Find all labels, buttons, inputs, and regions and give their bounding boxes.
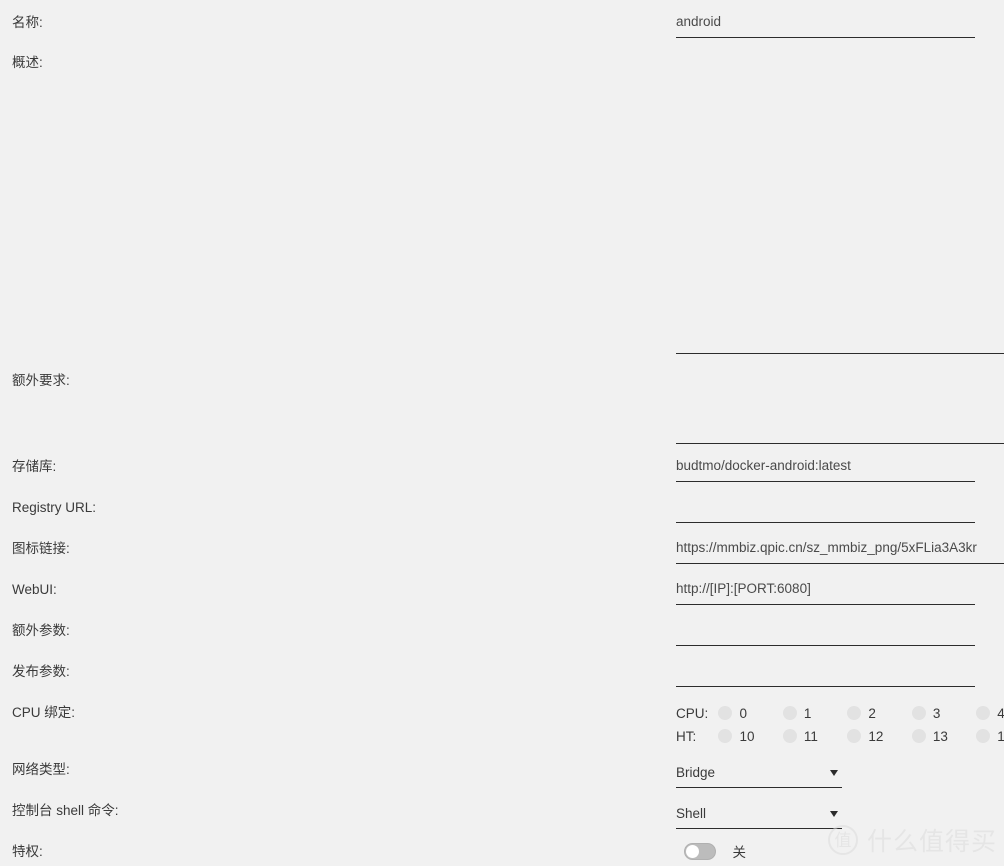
- cpu-checkbox-1[interactable]: 1: [782, 702, 843, 725]
- cpu-checkbox-2[interactable]: 2: [847, 702, 907, 725]
- repository-input[interactable]: budtmo/docker-android:latest: [676, 454, 975, 482]
- checkbox-circle-icon[interactable]: [718, 706, 733, 720]
- label-description: 概述:: [12, 55, 43, 70]
- ht-checkbox-10[interactable]: 10: [718, 725, 778, 748]
- cpu-binding-group: CPU: 0 1 2 3 4 HT: 10 11 12 13 1: [676, 702, 1004, 748]
- icon-url-input[interactable]: https://mmbiz.qpic.cn/sz_mmbiz_png/5xFLi…: [676, 536, 1004, 564]
- console-shell-select[interactable]: Shell: [676, 802, 842, 829]
- cpu-binding-cpu-row: CPU: 0 1 2 3 4: [676, 702, 1004, 725]
- cpu-checkbox-2-label: 2: [868, 706, 876, 722]
- extra-params-input[interactable]: [676, 618, 975, 646]
- checkbox-circle-icon[interactable]: [976, 729, 991, 743]
- ht-checkbox-11[interactable]: 11: [782, 725, 843, 748]
- ht-checkbox-14-label: 14: [997, 729, 1004, 745]
- ht-checkbox-13-label: 13: [932, 729, 948, 745]
- label-registry-url: Registry URL:: [12, 500, 97, 515]
- checkbox-circle-icon[interactable]: [911, 706, 926, 720]
- ht-checkbox-14[interactable]: 14: [976, 725, 1004, 748]
- label-privileged: 特权:: [12, 844, 43, 859]
- network-type-select[interactable]: Bridge: [676, 761, 842, 788]
- watermark-text: 什么值得买: [867, 828, 998, 856]
- watermark-logo-icon: 值: [828, 825, 858, 855]
- repository-input-value: budtmo/docker-android:latest: [676, 458, 851, 473]
- console-shell-select-value: Shell: [676, 806, 707, 821]
- cpu-checkbox-4[interactable]: 4: [976, 702, 1004, 725]
- ht-checkbox-12-label: 12: [868, 729, 884, 745]
- publish-params-input[interactable]: [676, 659, 975, 687]
- checkbox-circle-icon[interactable]: [976, 706, 991, 720]
- name-input[interactable]: android: [676, 10, 975, 38]
- label-publish-params: 发布参数:: [12, 664, 70, 679]
- checkbox-circle-icon[interactable]: [847, 729, 862, 743]
- checkbox-circle-icon[interactable]: [782, 706, 797, 720]
- cpu-checkbox-3-label: 3: [932, 706, 941, 722]
- privileged-toggle-wrap: 关: [684, 841, 746, 861]
- label-icon-url: 图标链接:: [12, 541, 70, 556]
- container-settings-form: 名称: android 概述: 额外要求: 存储库: budtmo/docker…: [0, 0, 1004, 866]
- toggle-knob: [686, 844, 699, 858]
- cpu-row-label: CPU:: [676, 706, 709, 722]
- label-console-shell: 控制台 shell 命令:: [12, 803, 119, 818]
- cpu-checkbox-0-label: 0: [739, 706, 747, 722]
- cpu-checkbox-1-label: 1: [803, 706, 812, 722]
- cpu-checkbox-4-label: 4: [997, 706, 1004, 722]
- label-cpu-binding: CPU 绑定:: [12, 705, 76, 720]
- ht-checkbox-11-label: 11: [803, 729, 818, 745]
- extra-requirements-textarea[interactable]: [676, 367, 1004, 444]
- name-input-value: android: [676, 14, 722, 29]
- webui-input[interactable]: http://[IP]:[PORT:6080]: [676, 577, 975, 605]
- description-textarea[interactable]: [676, 48, 1004, 354]
- privileged-toggle[interactable]: [684, 842, 716, 860]
- registry-url-input[interactable]: [676, 495, 975, 523]
- privileged-toggle-state-label: 关: [732, 845, 746, 860]
- chevron-down-icon[interactable]: [830, 770, 838, 776]
- ht-checkbox-13[interactable]: 13: [911, 725, 972, 748]
- ht-row-label: HT:: [676, 729, 697, 745]
- cpu-checkbox-3[interactable]: 3: [911, 702, 972, 725]
- cpu-binding-ht-row: HT: 10 11 12 13 14: [676, 725, 1004, 748]
- ht-checkbox-12[interactable]: 12: [847, 725, 907, 748]
- label-name: 名称:: [12, 15, 43, 30]
- checkbox-circle-icon[interactable]: [782, 729, 797, 743]
- label-network-type: 网络类型:: [12, 762, 70, 777]
- checkbox-circle-icon[interactable]: [911, 729, 926, 743]
- label-extra-requirements: 额外要求:: [12, 373, 70, 388]
- label-extra-params: 额外参数:: [12, 623, 70, 638]
- icon-url-input-value: https://mmbiz.qpic.cn/sz_mmbiz_png/5xFLi…: [676, 540, 977, 555]
- checkbox-circle-icon[interactable]: [847, 706, 862, 720]
- webui-input-value: http://[IP]:[PORT:6080]: [676, 581, 811, 596]
- cpu-checkbox-0[interactable]: 0: [718, 702, 778, 725]
- ht-checkbox-10-label: 10: [739, 729, 755, 745]
- label-repository: 存储库:: [12, 459, 57, 474]
- chevron-down-icon[interactable]: [830, 811, 838, 817]
- checkbox-circle-icon[interactable]: [718, 729, 733, 743]
- network-type-select-value: Bridge: [676, 765, 716, 780]
- label-webui: WebUI:: [12, 582, 57, 597]
- watermark: 值什么值得买: [828, 822, 997, 866]
